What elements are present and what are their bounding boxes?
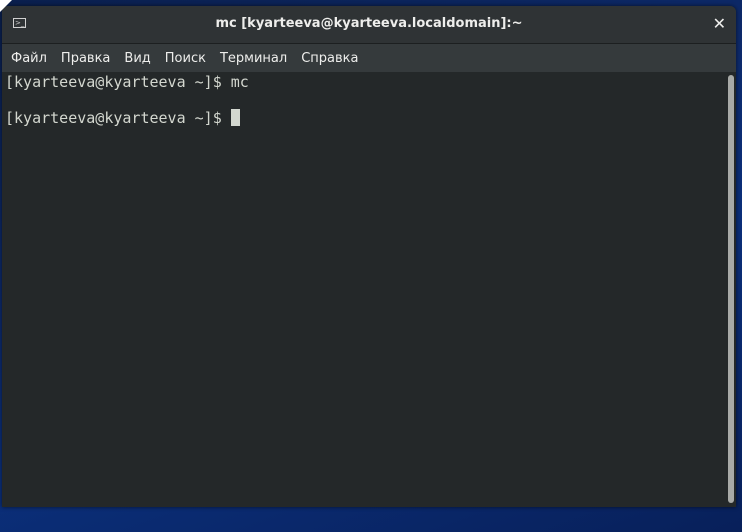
menu-search[interactable]: Поиск xyxy=(158,51,213,66)
menu-file[interactable]: Файл xyxy=(4,51,54,66)
window-title: mc [kyarteeva@kyarteeva.localdomain]:~ xyxy=(215,16,523,31)
close-icon[interactable]: ✕ xyxy=(713,14,726,33)
menu-terminal[interactable]: Терминал xyxy=(213,51,294,66)
menu-view[interactable]: Вид xyxy=(117,51,157,66)
text-cursor xyxy=(230,109,240,126)
terminal-output[interactable]: [kyarteeva@kyarteeva ~]$ mc [kyarteeva@k… xyxy=(2,72,736,507)
terminal-line-prompt: [kyarteeva@kyarteeva ~]$ xyxy=(5,109,736,127)
terminal-window: >_ mc [kyarteeva@kyarteeva.localdomain]:… xyxy=(2,6,736,507)
menu-edit[interactable]: Правка xyxy=(54,51,117,66)
menu-bar: Файл Правка Вид Поиск Терминал Справка xyxy=(2,44,736,72)
menu-help[interactable]: Справка xyxy=(294,51,365,66)
terminal-line: [kyarteeva@kyarteeva ~]$ mc xyxy=(5,73,249,91)
prompt-text: [kyarteeva@kyarteeva ~]$ xyxy=(5,109,231,127)
title-bar[interactable]: >_ mc [kyarteeva@kyarteeva.localdomain]:… xyxy=(2,6,736,44)
mouse-pointer-icon xyxy=(0,0,12,12)
scrollbar[interactable] xyxy=(728,75,734,503)
